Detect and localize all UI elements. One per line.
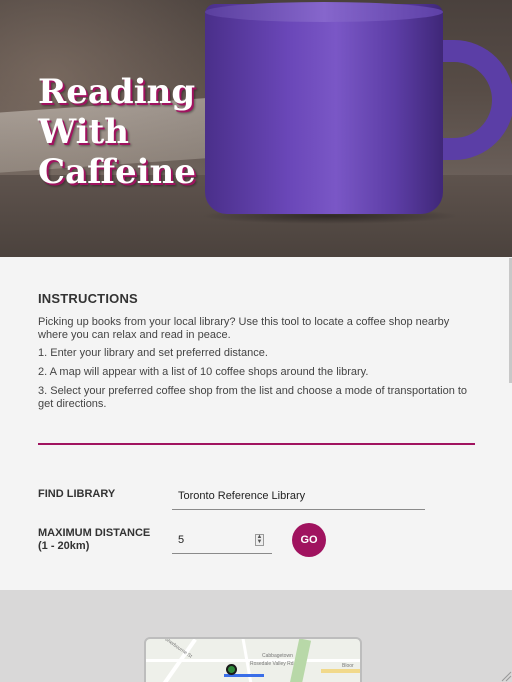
max-distance-label-line-1: MAXIMUM DISTANCE <box>38 527 151 539</box>
go-button[interactable]: GO <box>292 523 326 557</box>
coffee-mug-image <box>205 4 443 214</box>
hero-title: Reading With Caffeine <box>38 72 218 192</box>
instructions-step-3: 3. Select your preferred coffee shop fro… <box>38 385 468 410</box>
map-section: Sherbourne St Cabbagetown Rosedale Valle… <box>0 590 512 682</box>
hero-title-line-3: Caffeine <box>38 152 196 192</box>
max-distance-label-line-2: (1 - 20km) <box>38 539 90 552</box>
instructions-heading: INSTRUCTIONS <box>38 291 138 306</box>
hero-title-line-1: Reading <box>38 72 196 112</box>
map-street-label: Rosedale Valley Rd <box>250 661 294 667</box>
hero-banner: Reading With Caffeine <box>0 0 512 257</box>
resize-handle-icon[interactable] <box>500 670 512 682</box>
hero-title-line-2: With <box>38 112 129 152</box>
library-input[interactable] <box>172 483 425 510</box>
section-divider <box>38 443 475 445</box>
map-view[interactable]: Sherbourne St Cabbagetown Rosedale Valle… <box>144 637 362 682</box>
map-pin-icon[interactable] <box>226 664 237 675</box>
distance-stepper-icon[interactable]: ▲ ▼ <box>255 534 264 546</box>
mug-rim <box>205 2 443 22</box>
instructions-intro: Picking up books from your local library… <box>38 316 450 341</box>
map-area-label: Cabbagetown <box>262 653 293 659</box>
map-place-label: Bloor <box>342 663 354 669</box>
instructions-step-2: 2. A map will appear with a list of 10 c… <box>38 366 369 378</box>
main-content: INSTRUCTIONS Picking up books from your … <box>0 257 512 590</box>
max-distance-label: MAXIMUM DISTANCE (1 - 20km) <box>38 527 168 552</box>
map-highway <box>321 669 360 673</box>
find-library-label: FIND LIBRARY <box>38 488 116 500</box>
instructions-step-1: 1. Enter your library and set preferred … <box>38 347 268 359</box>
